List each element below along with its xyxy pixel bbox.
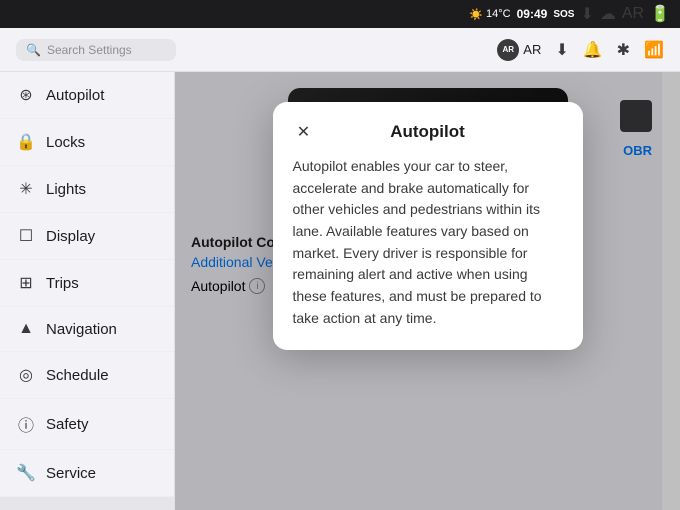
main-area: OBR Autopilot Computer: Full self-drivin… (175, 72, 680, 510)
top-bar: 🔍 Search Settings AR AR ⬇ 🔔 ✱ 📶 (0, 28, 680, 72)
content-area: ⊛ Autopilot 🔒 Locks ✳ Lights ☐ Display ⊞… (0, 72, 680, 510)
download-icon: ⬇ (580, 4, 593, 24)
autopilot-icon: ⊛ (16, 85, 36, 105)
sun-icon: ☀️ (469, 8, 483, 21)
status-bar: ☀️ 14°C 09:49 SOS ⬇ ☁ AR 🔋 (0, 0, 680, 28)
bell-icon[interactable]: 🔔 (583, 40, 603, 60)
time-display: 09:49 (517, 7, 548, 21)
modal-title: Autopilot (390, 122, 465, 142)
sidebar-label-service: Service (46, 465, 96, 482)
top-bar-right: AR AR ⬇ 🔔 ✱ 📶 (497, 39, 664, 61)
bluetooth-icon[interactable]: ✱ (617, 40, 630, 60)
top-bar-left: 🔍 Search Settings (16, 39, 176, 61)
search-placeholder: Search Settings (47, 43, 132, 57)
modal-close-button[interactable]: ✕ (293, 121, 315, 143)
sidebar-item-locks[interactable]: 🔒 Locks (0, 119, 174, 166)
sidebar: ⊛ Autopilot 🔒 Locks ✳ Lights ☐ Display ⊞… (0, 72, 175, 510)
sidebar-label-display: Display (46, 228, 95, 245)
modal-overlay[interactable]: ✕ Autopilot Autopilot enables your car t… (175, 72, 680, 510)
sidebar-label-locks: Locks (46, 134, 85, 151)
sidebar-item-display[interactable]: ☐ Display (0, 213, 174, 260)
search-box[interactable]: 🔍 Search Settings (16, 39, 176, 61)
sidebar-item-software[interactable]: ⬇ Software (0, 497, 174, 510)
signal-icon: 📶 (644, 40, 664, 60)
sidebar-item-trips[interactable]: ⊞ Trips (0, 260, 174, 307)
sidebar-item-schedule[interactable]: ◎ Schedule (0, 352, 174, 399)
sidebar-item-service[interactable]: 🔧 Service (0, 450, 174, 497)
display-icon: ☐ (16, 226, 36, 246)
battery-icon: 🔋 (650, 4, 670, 24)
sidebar-label-safety: Safety (46, 416, 89, 433)
ar-avatar: AR (497, 39, 519, 61)
sidebar-item-lights[interactable]: ✳ Lights (0, 166, 174, 213)
region-label: AR (622, 5, 644, 23)
sos-indicator: SOS (553, 9, 574, 20)
sidebar-item-navigation[interactable]: ▲ Navigation (0, 307, 174, 352)
weather-display: ☀️ 14°C (469, 8, 510, 21)
ar-label: AR (523, 42, 541, 57)
search-icon: 🔍 (26, 43, 41, 57)
sidebar-label-trips: Trips (46, 275, 79, 292)
cloud-icon: ☁ (600, 4, 616, 24)
sidebar-label-lights: Lights (46, 181, 86, 198)
lights-icon: ✳ (16, 179, 36, 199)
sidebar-label-schedule: Schedule (46, 367, 109, 384)
modal-body: Autopilot enables your car to steer, acc… (293, 156, 563, 330)
sidebar-item-autopilot[interactable]: ⊛ Autopilot (0, 72, 174, 119)
autopilot-modal: ✕ Autopilot Autopilot enables your car t… (273, 102, 583, 350)
download-icon-top[interactable]: ⬇ (555, 40, 568, 60)
trips-icon: ⊞ (16, 273, 36, 293)
navigation-icon: ▲ (16, 320, 36, 338)
sidebar-label-navigation: Navigation (46, 321, 117, 338)
modal-header: ✕ Autopilot (293, 122, 563, 142)
ar-badge: AR AR (497, 39, 541, 61)
service-icon: 🔧 (16, 463, 36, 483)
sidebar-label-autopilot: Autopilot (46, 87, 104, 104)
app-container: 🔍 Search Settings AR AR ⬇ 🔔 ✱ 📶 ⊛ Autopi… (0, 28, 680, 510)
lock-icon: 🔒 (16, 132, 36, 152)
schedule-icon: ◎ (16, 365, 36, 385)
sidebar-item-safety[interactable]: ⓘ Safety (0, 399, 174, 450)
safety-icon: ⓘ (16, 412, 36, 436)
